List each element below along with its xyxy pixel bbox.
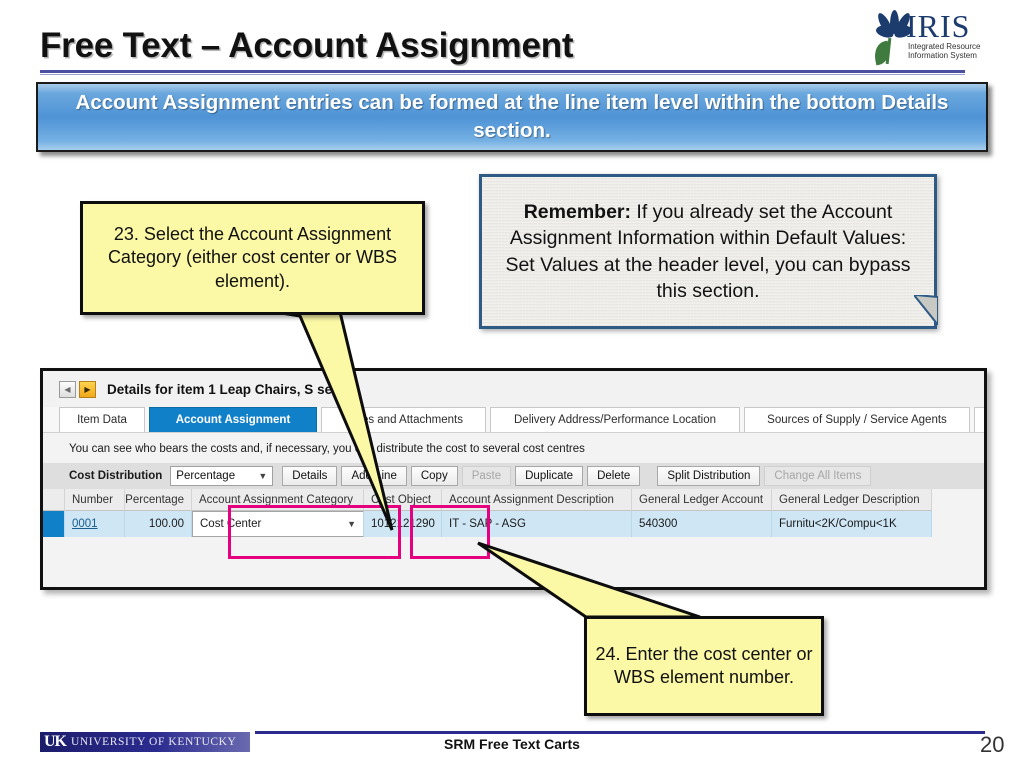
column-header-account-assignment-description: Account Assignment Description [442,489,632,511]
cell-general-ledger-account-text: 540300 [639,518,678,530]
callout-step-23-text: 23. Select the Account Assignment Catego… [107,223,398,291]
cell-account-assignment-description-text: IT - SAP - ASG [449,518,526,530]
page-title: Free Text – Account Assignment [40,26,574,65]
column-header-general-ledger-description: General Ledger Description [772,489,932,511]
cost-distribution-select[interactable]: Percentage ▼ [170,466,274,486]
details-title: Details for item 1 Leap Chairs, S se [107,381,333,397]
cell-account-assignment-description: IT - SAP - ASG [442,511,632,537]
sap-tab-strip: Item Data Account Assignment Notes and Att… [59,407,984,433]
iris-wordmark: IRIS [906,8,971,44]
column-header-general-ledger-account: General Ledger Account [632,489,772,511]
account-assignment-category-dropdown-text: Cost Center [200,518,262,530]
cell-percentage: 100.00 [125,511,192,537]
callout-step-23: 23. Select the Account Assignment Catego… [80,201,425,315]
add-line-button[interactable]: Add Line [341,466,407,486]
cell-general-ledger-description: Furnitu<2K/Compu<1K [772,511,932,537]
cost-distribution-table: Number Percentage Account Assignment Categ… [43,489,984,537]
cell-cost-object-text: 1012121290 [371,518,435,530]
tab-label: Notes and Attachments [344,414,463,426]
cell-general-ledger-account: 540300 [632,511,772,537]
iris-tagline-line2: Information System [908,51,977,60]
column-header-select [43,489,65,511]
banner: Account Assignment entries can be formed… [36,82,988,152]
banner-text: Account Assignment entries can be formed… [75,91,949,142]
sap-tab-content: You can see who bears the costs and, if … [43,433,984,587]
footer-divider [255,731,985,734]
chevron-down-icon: ▼ [347,519,356,529]
chevron-down-icon: ▼ [258,471,268,481]
change-all-items-button: Change All Items [764,466,872,486]
remember-note-fold-corner [914,295,938,325]
column-header-number: Number [65,489,125,511]
split-distribution-button[interactable]: Split Distribution [657,466,761,486]
tab-notes-and-attachments[interactable]: Notes and Attachments [321,407,486,433]
tab-overflow[interactable] [974,407,984,433]
tab-label: Delivery Address/Performance Location [514,414,716,426]
footer-title: SRM Free Text Carts [444,736,580,752]
details-button[interactable]: Details [282,466,338,486]
delete-button[interactable]: Delete [587,466,641,486]
remember-note-text: Remember: If you already set the Account… [482,199,934,304]
paste-button: Paste [461,466,512,486]
table-header-row: Number Percentage Account Assignment Categ… [43,489,984,511]
next-item-button[interactable]: ▶ [79,380,96,398]
sap-inner: ◀ ▶ Details for item 1 Leap Chairs, S se… [43,371,984,587]
table-row[interactable]: 0001 100.00 Cost Center ▼ 1012121290 IT - SAP… [43,511,984,537]
column-header-account-assignment-category: Account Assignment Category [192,489,364,511]
previous-item-button[interactable]: ◀ [59,380,76,398]
cost-distribution-label: Cost Distribution [69,470,163,482]
page-number: 20 [980,732,1005,757]
column-header-cost-object: Cost Object [364,489,442,511]
cell-general-ledger-description-text: Furnitu<2K/Compu<1K [779,518,897,530]
duplicate-button[interactable]: Duplicate [515,466,584,486]
title-divider [40,70,965,73]
remember-note: Remember: If you already set the Account… [479,174,937,329]
tab-delivery-address-performance-location[interactable]: Delivery Address/Performance Location [490,407,740,433]
cell-percentage-text: 100.00 [148,518,184,530]
iris-tagline-line1: Integrated Resource [908,42,981,51]
tab-account-assignment[interactable]: Account Assignment [149,407,317,433]
remember-label: Remember: [523,201,632,224]
cost-distribution-value: Percentage [176,470,236,482]
table-bottom-filler [43,537,984,557]
row-select-marker[interactable] [43,511,65,537]
tab-label: Item Data [77,414,127,426]
sap-screenshot-panel: ◀ ▶ Details for item 1 Leap Chairs, S se… [40,368,987,590]
tab-label: Sources of Supply / Service Agents [767,414,947,426]
account-assignment-category-dropdown[interactable]: Cost Center ▼ [192,511,364,537]
cell-cost-object: 1012121290 [364,511,442,537]
tab-label: Account Assignment [175,414,291,426]
callout-step-24-text: 24. Enter the cost center or WBS element… [595,643,813,687]
column-header-percentage: Percentage [125,489,192,511]
toolbar-buttons: Details Add Line Copy Paste Duplicate Delete S… [282,466,875,486]
cost-distribution-toolbar: Cost Distribution Percentage ▼ Details Ad… [43,463,984,489]
title-divider-secondary [40,74,965,75]
tab-item-data[interactable]: Item Data [59,407,145,433]
cost-distribution-hint: You can see who bears the costs and, if … [69,443,585,455]
iris-logo: IRIS Integrated Resource Information Sys… [866,6,986,66]
callout-step-24: 24. Enter the cost center or WBS element… [584,616,824,716]
tab-sources-of-supply-service-agents[interactable]: Sources of Supply / Service Agents [744,407,970,433]
cell-number: 0001 [65,511,125,537]
cell-number-text: 0001 [72,518,98,530]
copy-button[interactable]: Copy [410,466,458,486]
sap-details-titlebar: ◀ ▶ Details for item 1 Leap Chairs, S se [43,371,984,407]
